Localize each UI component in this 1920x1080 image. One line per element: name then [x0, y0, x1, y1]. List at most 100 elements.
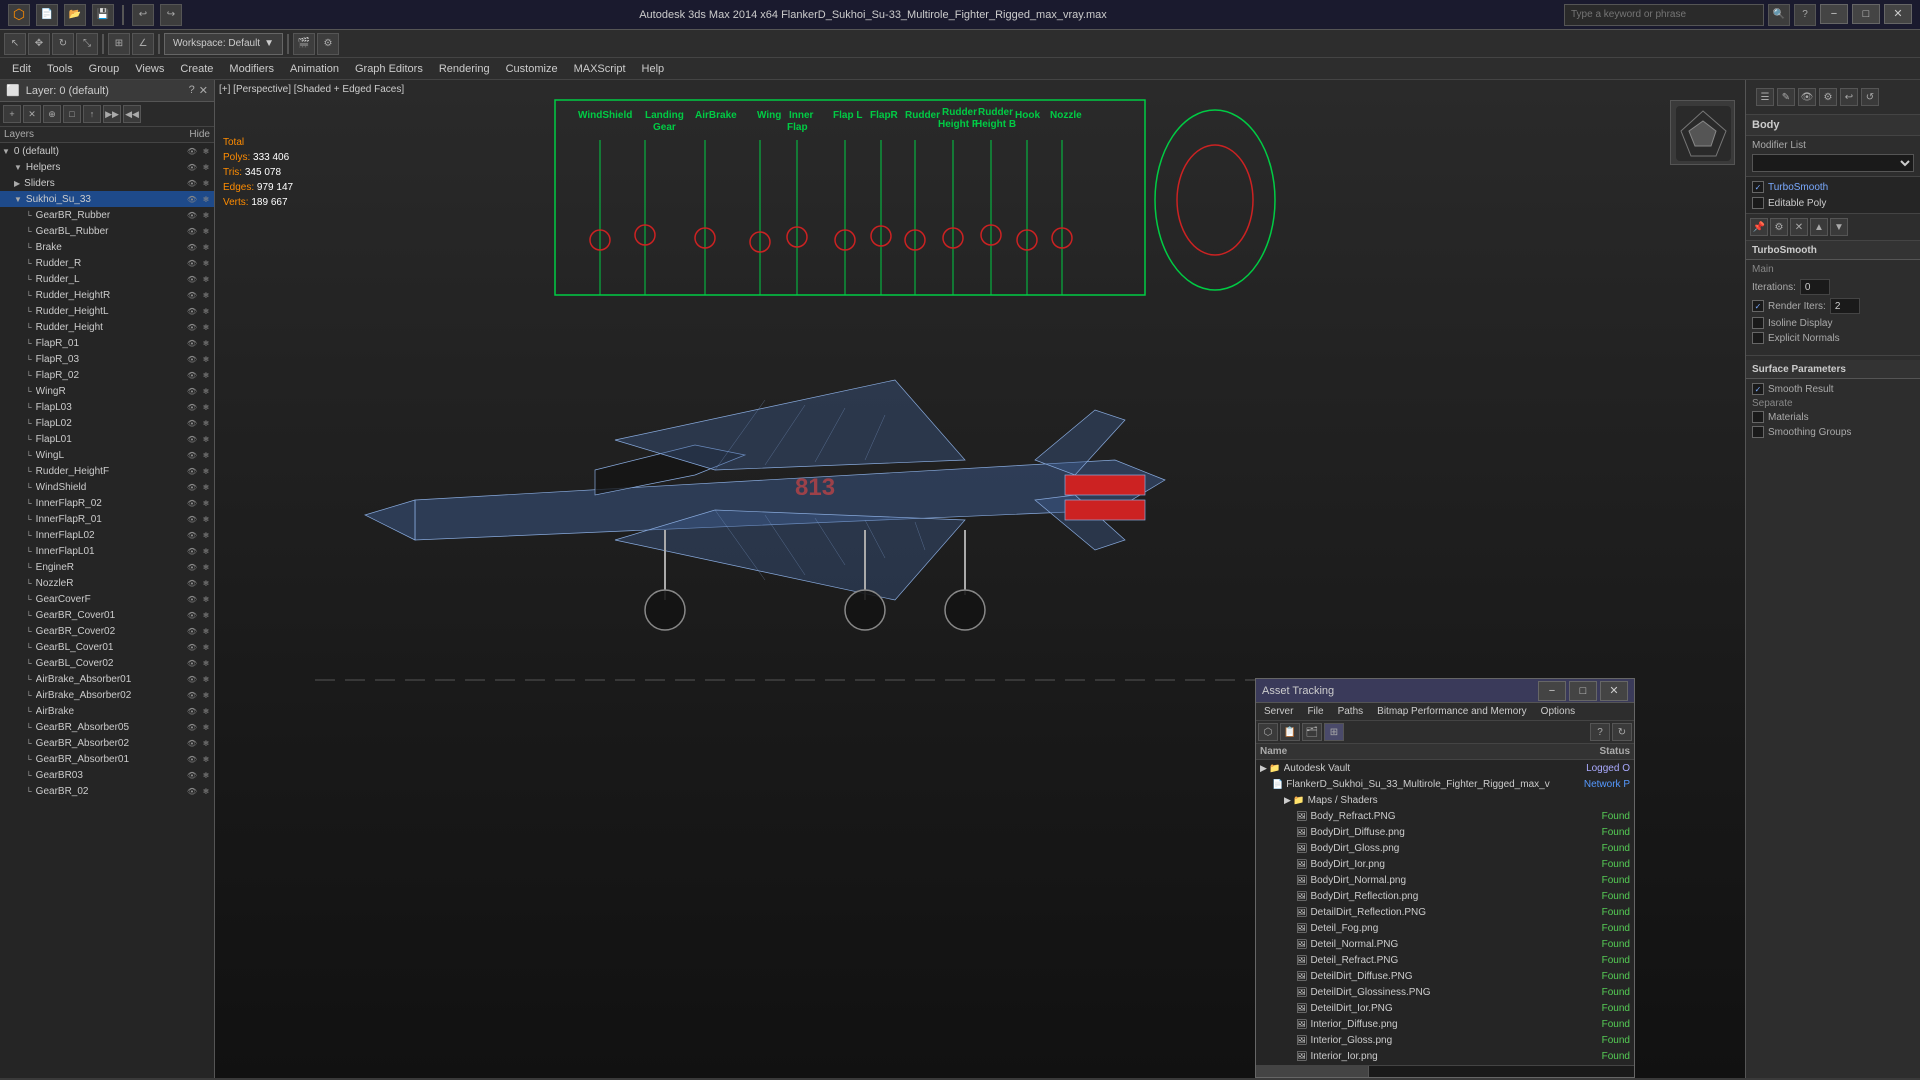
- visibility-icon[interactable]: 👁: [186, 465, 198, 477]
- visibility-icon[interactable]: 👁: [186, 593, 198, 605]
- freeze-icon[interactable]: ❄: [200, 289, 212, 301]
- iterations-value[interactable]: 0: [1800, 279, 1830, 295]
- visibility-icon[interactable]: 👁: [186, 241, 198, 253]
- visibility-icon[interactable]: 👁: [186, 785, 198, 797]
- visibility-icon[interactable]: 👁: [186, 353, 198, 365]
- asset-item[interactable]: 🖼 BodyDirt_Normal.png Found: [1256, 872, 1634, 888]
- asset-item[interactable]: 🖼 Interior_Ior.png Found: [1256, 1048, 1634, 1064]
- visibility-icon[interactable]: 👁: [186, 417, 198, 429]
- asset-item[interactable]: 🖼 DeteilDirt_Diffuse.PNG Found: [1256, 968, 1634, 984]
- layer-item[interactable]: └ GearBR_Cover02 👁 ❄: [0, 623, 214, 639]
- freeze-icon[interactable]: ❄: [200, 497, 212, 509]
- layer-expand[interactable]: ▶▶: [103, 105, 121, 123]
- layer-item[interactable]: └ FlapR_01 👁 ❄: [0, 335, 214, 351]
- asset-item[interactable]: 🖼 DetailDirt_Reflection.PNG Found: [1256, 904, 1634, 920]
- visibility-icon[interactable]: 👁: [186, 609, 198, 621]
- visibility-icon[interactable]: 👁: [186, 161, 198, 173]
- visibility-icon[interactable]: 👁: [186, 193, 198, 205]
- layer-item[interactable]: └ Brake 👁 ❄: [0, 239, 214, 255]
- layer-new-btn[interactable]: +: [3, 105, 21, 123]
- freeze-icon[interactable]: ❄: [200, 369, 212, 381]
- asset-item[interactable]: 🖼 BodyDirt_Ior.png Found: [1256, 856, 1634, 872]
- visibility-icon[interactable]: 👁: [186, 753, 198, 765]
- layer-item[interactable]: └ InnerFlapL01 👁 ❄: [0, 543, 214, 559]
- asset-item[interactable]: ▶ 📁 Maps / Shaders: [1256, 792, 1634, 808]
- maximize-button[interactable]: □: [1852, 4, 1880, 24]
- asset-item[interactable]: 🖼 DeteilDirt_Glossiness.PNG Found: [1256, 984, 1634, 1000]
- surface-params-header[interactable]: Surface Parameters: [1746, 360, 1920, 379]
- layer-item[interactable]: └ GearBL_Cover01 👁 ❄: [0, 639, 214, 655]
- freeze-icon[interactable]: ❄: [200, 657, 212, 669]
- layer-item[interactable]: └ InnerFlapR_02 👁 ❄: [0, 495, 214, 511]
- visibility-icon[interactable]: 👁: [186, 769, 198, 781]
- freeze-icon[interactable]: ❄: [200, 433, 212, 445]
- turbosmooth-checkbox[interactable]: [1752, 181, 1764, 193]
- help-icon[interactable]: ?: [1794, 4, 1816, 26]
- layer-item[interactable]: └ Rudder_HeightL 👁 ❄: [0, 303, 214, 319]
- asset-item[interactable]: 🖼 Body_Refract.PNG Found: [1256, 808, 1634, 824]
- layer-item[interactable]: └ FlapL02 👁 ❄: [0, 415, 214, 431]
- asset-close-btn[interactable]: ✕: [1600, 681, 1628, 701]
- freeze-icon[interactable]: ❄: [200, 353, 212, 365]
- visibility-icon[interactable]: 👁: [186, 641, 198, 653]
- freeze-icon[interactable]: ❄: [200, 513, 212, 525]
- asset-tb-1[interactable]: ⬡: [1258, 723, 1278, 741]
- modifier-stack-item-turbosmooth[interactable]: TurboSmooth: [1748, 179, 1918, 195]
- asset-menu-options[interactable]: Options: [1535, 705, 1581, 718]
- scale-tool[interactable]: ⤡: [76, 33, 98, 55]
- freeze-icon[interactable]: ❄: [200, 481, 212, 493]
- menu-customize[interactable]: Customize: [498, 61, 566, 77]
- freeze-icon[interactable]: ❄: [200, 737, 212, 749]
- menu-views[interactable]: Views: [127, 61, 172, 77]
- freeze-icon[interactable]: ❄: [200, 769, 212, 781]
- move-up-btn[interactable]: ▲: [1810, 218, 1828, 236]
- freeze-icon[interactable]: ❄: [200, 401, 212, 413]
- asset-item[interactable]: 🖼 Interior_Diffuse.png Found: [1256, 1016, 1634, 1032]
- freeze-icon[interactable]: ❄: [200, 449, 212, 461]
- open-button[interactable]: 📂: [64, 4, 86, 26]
- freeze-icon[interactable]: ❄: [200, 593, 212, 605]
- freeze-icon[interactable]: ❄: [200, 641, 212, 653]
- visibility-icon[interactable]: 👁: [186, 145, 198, 157]
- modifier-list-dropdown[interactable]: [1752, 154, 1914, 172]
- menu-group[interactable]: Group: [81, 61, 128, 77]
- layer-item[interactable]: └ AirBrake_Absorber01 👁 ❄: [0, 671, 214, 687]
- freeze-icon[interactable]: ❄: [200, 625, 212, 637]
- visibility-icon[interactable]: 👁: [186, 337, 198, 349]
- visibility-icon[interactable]: 👁: [186, 513, 198, 525]
- asset-help-btn[interactable]: ?: [1590, 723, 1610, 741]
- visibility-icon[interactable]: 👁: [186, 529, 198, 541]
- visibility-icon[interactable]: 👁: [186, 401, 198, 413]
- asset-tb-4[interactable]: ⊞: [1324, 723, 1344, 741]
- turbosmooth-section-header[interactable]: TurboSmooth: [1746, 241, 1920, 260]
- layer-item[interactable]: └ Rudder_Height 👁 ❄: [0, 319, 214, 335]
- render-iters-checkbox[interactable]: [1752, 300, 1764, 312]
- layer-item[interactable]: └ NozzleR 👁 ❄: [0, 575, 214, 591]
- visibility-icon[interactable]: 👁: [186, 625, 198, 637]
- move-down-btn[interactable]: ▼: [1830, 218, 1848, 236]
- asset-scrollbar[interactable]: [1256, 1065, 1634, 1077]
- layer-item[interactable]: └ EngineR 👁 ❄: [0, 559, 214, 575]
- materials-checkbox[interactable]: [1752, 411, 1764, 423]
- visibility-icon[interactable]: 👁: [186, 673, 198, 685]
- asset-item[interactable]: 🖼 Interior_Gloss.png Found: [1256, 1032, 1634, 1048]
- freeze-icon[interactable]: ❄: [200, 785, 212, 797]
- freeze-icon[interactable]: ❄: [200, 561, 212, 573]
- visibility-icon[interactable]: 👁: [186, 481, 198, 493]
- freeze-icon[interactable]: ❄: [200, 673, 212, 685]
- layer-item[interactable]: └ Rudder_R 👁 ❄: [0, 255, 214, 271]
- visibility-icon[interactable]: 👁: [186, 449, 198, 461]
- freeze-icon[interactable]: ❄: [200, 609, 212, 621]
- menu-rendering[interactable]: Rendering: [431, 61, 498, 77]
- menu-edit[interactable]: Edit: [4, 61, 39, 77]
- visibility-icon[interactable]: 👁: [186, 177, 198, 189]
- rotate-tool[interactable]: ↻: [52, 33, 74, 55]
- asset-item[interactable]: 📄 FlankerD_Sukhoi_Su_33_Multirole_Fighte…: [1256, 776, 1634, 792]
- freeze-icon[interactable]: ❄: [200, 177, 212, 189]
- layer-item[interactable]: ▼ Helpers 👁 ❄: [0, 159, 214, 175]
- asset-tb-2[interactable]: 📋: [1280, 723, 1300, 741]
- visibility-icon[interactable]: 👁: [186, 561, 198, 573]
- select-tool[interactable]: ↖: [4, 33, 26, 55]
- visibility-icon[interactable]: 👁: [186, 689, 198, 701]
- freeze-icon[interactable]: ❄: [200, 257, 212, 269]
